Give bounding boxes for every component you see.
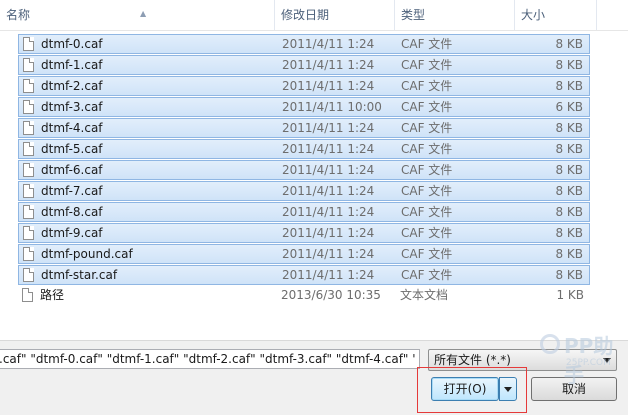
file-date: 2011/4/11 1:24 (282, 142, 375, 156)
file-row[interactable]: dtmf-7.caf 2011/4/11 1:24 CAF 文件 8 KB (18, 181, 590, 201)
file-size: 8 KB (555, 268, 583, 282)
file-size: 8 KB (555, 163, 583, 177)
column-type-label: 类型 (401, 8, 426, 22)
file-icon (22, 288, 33, 302)
file-type: CAF 文件 (401, 247, 453, 261)
file-name: dtmf-8.caf (41, 205, 103, 219)
open-options-button[interactable] (499, 377, 517, 401)
file-icon (23, 142, 34, 156)
column-size-label: 大小 (521, 8, 546, 22)
file-row[interactable]: dtmf-1.caf 2011/4/11 1:24 CAF 文件 8 KB (18, 55, 590, 75)
file-date: 2011/4/11 10:00 (282, 100, 382, 114)
column-name[interactable]: 名称 ▲ (0, 0, 275, 30)
file-row[interactable]: dtmf-8.caf 2011/4/11 1:24 CAF 文件 8 KB (18, 202, 590, 222)
file-type: CAF 文件 (401, 121, 453, 135)
file-date: 2011/4/11 1:24 (282, 58, 375, 72)
file-row[interactable]: dtmf-star.caf 2011/4/11 1:24 CAF 文件 8 KB (18, 265, 590, 285)
file-icon (23, 79, 34, 93)
file-type: CAF 文件 (401, 226, 453, 240)
file-row[interactable]: dtmf-4.caf 2011/4/11 1:24 CAF 文件 8 KB (18, 118, 590, 138)
column-type[interactable]: 类型 (395, 0, 515, 30)
chevron-down-icon (504, 387, 512, 392)
file-name: 路径 (40, 288, 65, 302)
column-header: 名称 ▲ 修改日期 类型 大小 (0, 0, 628, 31)
file-size: 8 KB (555, 184, 583, 198)
file-icon (23, 58, 34, 72)
file-type: CAF 文件 (401, 58, 453, 72)
file-row[interactable]: dtmf-0.caf 2011/4/11 1:24 CAF 文件 8 KB (18, 34, 590, 54)
file-icon (23, 163, 34, 177)
file-type: CAF 文件 (401, 205, 453, 219)
file-date: 2011/4/11 1:24 (282, 121, 375, 135)
cancel-button[interactable]: 取消 (531, 377, 617, 401)
file-size: 1 KB (556, 288, 584, 302)
file-date: 2011/4/11 1:24 (282, 268, 375, 282)
file-list: 名称 ▲ 修改日期 类型 大小 dtmf-0.caf 2011/4/11 1:24… (0, 0, 628, 340)
file-icon (23, 247, 34, 261)
open-button[interactable]: 打开(O) (431, 377, 499, 401)
dialog-footer: .caf" "dtmf-0.caf" "dtmf-1.caf" "dtmf-2.… (0, 340, 628, 415)
file-size: 8 KB (555, 79, 583, 93)
file-row[interactable]: 路径 2013/6/30 10:35 文本文档 1 KB (18, 286, 590, 306)
file-name: dtmf-6.caf (41, 163, 103, 177)
file-size: 8 KB (555, 226, 583, 240)
file-name: dtmf-pound.caf (41, 247, 133, 261)
column-name-label: 名称 (6, 8, 31, 22)
column-date-label: 修改日期 (281, 8, 330, 22)
file-icon (23, 268, 34, 282)
file-type: CAF 文件 (401, 79, 453, 93)
file-date: 2011/4/11 1:24 (282, 247, 375, 261)
file-type: CAF 文件 (401, 184, 453, 198)
file-name: dtmf-9.caf (41, 226, 103, 240)
file-name: dtmf-0.caf (41, 37, 103, 51)
column-size[interactable]: 大小 (515, 0, 597, 30)
file-name: dtmf-star.caf (41, 268, 118, 282)
filename-input[interactable]: .caf" "dtmf-0.caf" "dtmf-1.caf" "dtmf-2.… (0, 349, 420, 369)
file-date: 2011/4/11 1:24 (282, 79, 375, 93)
file-size: 8 KB (555, 142, 583, 156)
file-date: 2011/4/11 1:24 (282, 226, 375, 240)
chevron-down-icon (603, 358, 611, 363)
file-type: CAF 文件 (401, 100, 453, 114)
file-row[interactable]: dtmf-5.caf 2011/4/11 1:24 CAF 文件 8 KB (18, 139, 590, 159)
file-name: dtmf-1.caf (41, 58, 103, 72)
file-icon (23, 226, 34, 240)
file-size: 8 KB (555, 37, 583, 51)
file-name: dtmf-3.caf (41, 100, 103, 114)
file-icon (23, 184, 34, 198)
file-name: dtmf-4.caf (41, 121, 103, 135)
file-row[interactable]: dtmf-9.caf 2011/4/11 1:24 CAF 文件 8 KB (18, 223, 590, 243)
file-type: CAF 文件 (401, 268, 453, 282)
file-row[interactable]: dtmf-3.caf 2011/4/11 10:00 CAF 文件 6 KB (18, 97, 590, 117)
file-icon (23, 121, 34, 135)
file-type: CAF 文件 (401, 37, 453, 51)
file-date: 2013/6/30 10:35 (281, 288, 381, 302)
file-name: dtmf-7.caf (41, 184, 103, 198)
sort-arrow-icon: ▲ (140, 9, 147, 18)
file-type: CAF 文件 (401, 142, 453, 156)
file-date: 2011/4/11 1:24 (282, 37, 375, 51)
file-type: 文本文档 (400, 288, 449, 302)
file-row[interactable]: dtmf-pound.caf 2011/4/11 1:24 CAF 文件 8 KB (18, 244, 590, 264)
file-type: CAF 文件 (401, 163, 453, 177)
file-type-select-value: 所有文件 (*.*) (434, 353, 511, 367)
file-icon (23, 100, 34, 114)
file-icon (23, 205, 34, 219)
column-date[interactable]: 修改日期 (275, 0, 395, 30)
file-date: 2011/4/11 1:24 (282, 163, 375, 177)
file-size: 8 KB (555, 121, 583, 135)
file-name: dtmf-5.caf (41, 142, 103, 156)
file-size: 8 KB (555, 247, 583, 261)
file-icon (23, 37, 34, 51)
file-size: 8 KB (555, 58, 583, 72)
file-name: dtmf-2.caf (41, 79, 103, 93)
file-size: 6 KB (555, 100, 583, 114)
file-row[interactable]: dtmf-6.caf 2011/4/11 1:24 CAF 文件 8 KB (18, 160, 590, 180)
file-date: 2011/4/11 1:24 (282, 184, 375, 198)
file-date: 2011/4/11 1:24 (282, 205, 375, 219)
file-row[interactable]: dtmf-2.caf 2011/4/11 1:24 CAF 文件 8 KB (18, 76, 590, 96)
file-size: 8 KB (555, 205, 583, 219)
